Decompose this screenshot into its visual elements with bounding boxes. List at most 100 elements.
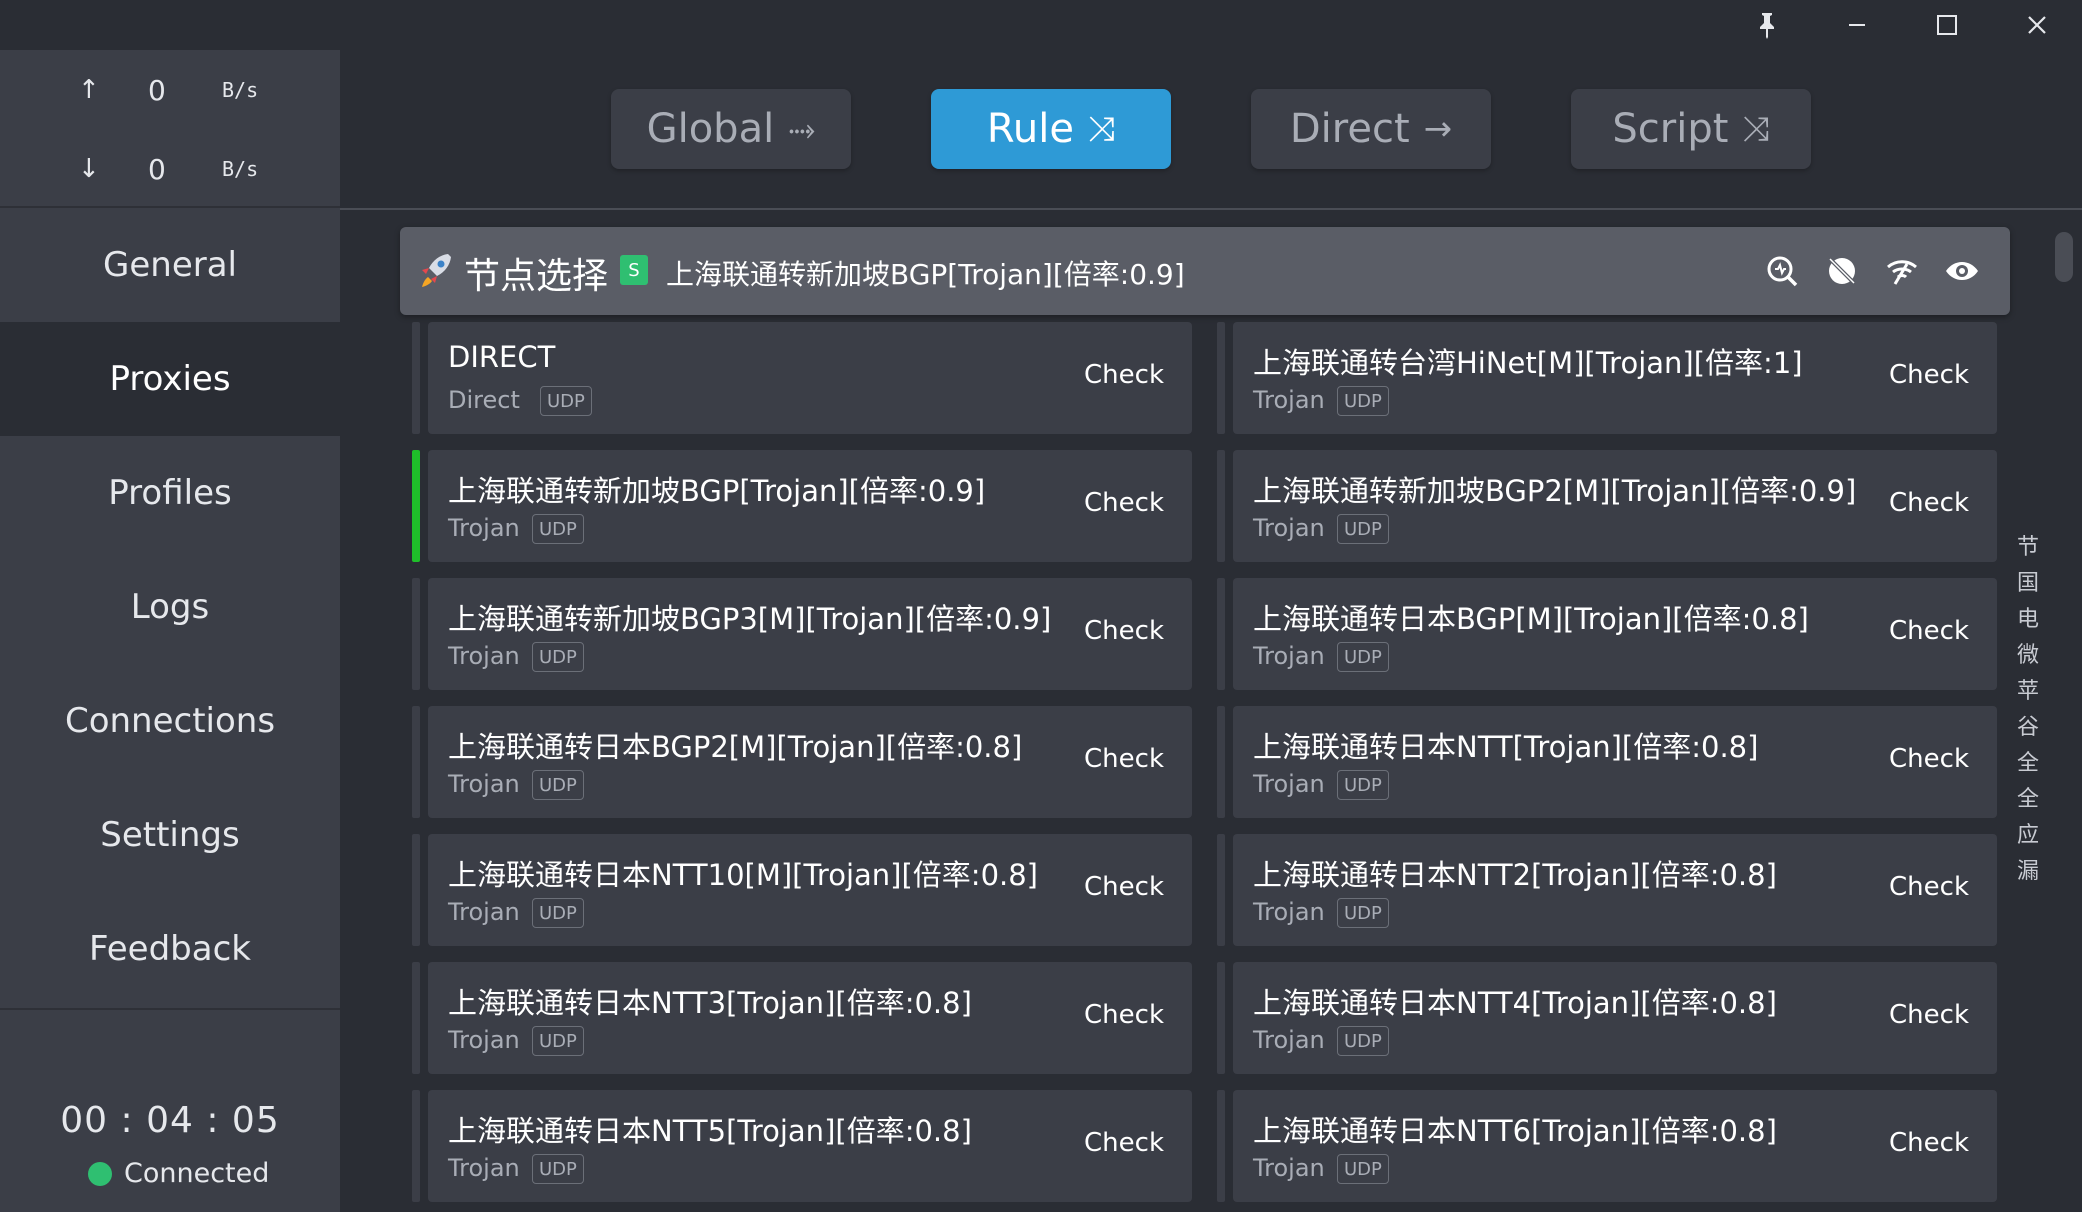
check-button[interactable]: Check: [1889, 1000, 1969, 1030]
proxy-type: Trojan: [448, 770, 520, 798]
index-letter[interactable]: 微: [2010, 638, 2046, 674]
selection-bar: [412, 450, 420, 562]
nav-logs[interactable]: Logs: [0, 550, 340, 664]
proxy-card[interactable]: 上海联通转台湾HiNet[M][Trojan][倍率:1] Trojan UDP…: [1217, 322, 1997, 434]
udp-badge: UDP: [532, 770, 584, 800]
proxy-card[interactable]: DIRECT Direct UDP Check: [412, 322, 1192, 434]
check-button[interactable]: Check: [1889, 872, 1969, 902]
mode-script-button[interactable]: Script ⤨: [1571, 89, 1811, 169]
index-letter[interactable]: 全: [2010, 782, 2046, 818]
maximize-icon[interactable]: [1902, 0, 1992, 50]
nav-feedback[interactable]: Feedback: [0, 892, 340, 1006]
proxy-card[interactable]: 上海联通转日本NTT10[M][Trojan][倍率:0.8] Trojan U…: [412, 834, 1192, 946]
proxy-card[interactable]: 上海联通转日本NTT3[Trojan][倍率:0.8] Trojan UDP C…: [412, 962, 1192, 1074]
selection-bar: [1217, 450, 1225, 562]
proxy-type: Trojan: [1253, 514, 1325, 542]
index-letter[interactable]: 国: [2010, 566, 2046, 602]
proxy-type: Trojan: [1253, 770, 1325, 798]
nav-profiles[interactable]: Profiles: [0, 436, 340, 550]
direct-mode-icon: →: [1423, 109, 1453, 149]
proxy-type: Direct: [448, 386, 520, 414]
wifi-icon[interactable]: [1880, 249, 1924, 293]
proxy-card[interactable]: 上海联通转日本NTT2[Trojan][倍率:0.8] Trojan UDP C…: [1217, 834, 1997, 946]
proxy-name: 上海联通转日本BGP2[M][Trojan][倍率:0.8]: [448, 730, 1023, 764]
index-letter[interactable]: 电: [2010, 602, 2046, 638]
check-button[interactable]: Check: [1084, 360, 1164, 390]
download-speed: ↓ 0 B/s: [0, 149, 340, 189]
nav-connections[interactable]: Connections: [0, 664, 340, 778]
index-letter[interactable]: 应: [2010, 818, 2046, 854]
proxy-name: 上海联通转日本NTT5[Trojan][倍率:0.8]: [448, 1114, 972, 1148]
pin-icon[interactable]: [1722, 0, 1812, 50]
proxy-name: 上海联通转新加坡BGP2[M][Trojan][倍率:0.9]: [1253, 474, 1857, 508]
check-button[interactable]: Check: [1889, 616, 1969, 646]
selection-bar: [412, 834, 420, 946]
check-button[interactable]: Check: [1084, 1000, 1164, 1030]
udp-badge: UDP: [540, 386, 592, 416]
scrollbar-thumb[interactable]: [2055, 232, 2073, 282]
proxy-card[interactable]: 上海联通转日本NTT4[Trojan][倍率:0.8] Trojan UDP C…: [1217, 962, 1997, 1074]
script-mode-icon: ⤨: [1742, 109, 1770, 149]
proxy-card[interactable]: 上海联通转日本BGP[M][Trojan][倍率:0.8] Trojan UDP…: [1217, 578, 1997, 690]
proxy-group-header[interactable]: 节点选择 S 上海联通转新加坡BGP[Trojan][倍率:0.9]: [400, 227, 2010, 315]
upload-arrow-icon: ↑: [78, 75, 100, 105]
nav-general[interactable]: General: [0, 208, 340, 322]
proxy-name: 上海联通转日本BGP[M][Trojan][倍率:0.8]: [1253, 602, 1809, 636]
mode-global-button[interactable]: Global ⤑: [611, 89, 851, 169]
proxy-card[interactable]: 上海联通转日本NTT6[Trojan][倍率:0.8] Trojan UDP C…: [1217, 1090, 1997, 1202]
udp-badge: UDP: [1337, 642, 1389, 672]
index-letter[interactable]: 谷: [2010, 710, 2046, 746]
proxy-card[interactable]: 上海联通转日本NTT5[Trojan][倍率:0.8] Trojan UDP C…: [412, 1090, 1192, 1202]
rocket-icon: [418, 251, 454, 293]
proxy-type: Trojan: [448, 898, 520, 926]
close-icon[interactable]: [1992, 0, 2082, 50]
check-button[interactable]: Check: [1084, 1128, 1164, 1158]
hide-icon[interactable]: [1820, 249, 1864, 293]
group-selected-proxy: 上海联通转新加坡BGP[Trojan][倍率:0.9]: [666, 258, 1185, 291]
eye-icon[interactable]: [1940, 249, 1984, 293]
check-button[interactable]: Check: [1889, 744, 1969, 774]
mode-rule-button[interactable]: Rule ⤨: [931, 89, 1171, 169]
check-button[interactable]: Check: [1084, 616, 1164, 646]
upload-unit: B/s: [222, 78, 259, 102]
nav-proxies[interactable]: Proxies: [0, 322, 340, 436]
proxy-card[interactable]: 上海联通转日本BGP2[M][Trojan][倍率:0.8] Trojan UD…: [412, 706, 1192, 818]
selection-bar: [412, 322, 420, 434]
check-button[interactable]: Check: [1084, 488, 1164, 518]
index-letter[interactable]: 漏: [2010, 854, 2046, 890]
proxy-name: 上海联通转台湾HiNet[M][Trojan][倍率:1]: [1253, 346, 1803, 380]
nav-settings[interactable]: Settings: [0, 778, 340, 892]
proxy-name: DIRECT: [448, 340, 556, 374]
proxy-type: Trojan: [448, 1154, 520, 1182]
proxy-card[interactable]: 上海联通转新加坡BGP3[M][Trojan][倍率:0.9] Trojan U…: [412, 578, 1192, 690]
check-button[interactable]: Check: [1084, 744, 1164, 774]
index-letter[interactable]: 全: [2010, 746, 2046, 782]
uptime-timer: 00 : 04 : 05: [60, 1100, 280, 1141]
check-button[interactable]: Check: [1889, 360, 1969, 390]
check-button[interactable]: Check: [1889, 488, 1969, 518]
udp-badge: UDP: [1337, 386, 1389, 416]
group-name: 节点选择: [464, 256, 609, 297]
proxy-type: Trojan: [1253, 898, 1325, 926]
selection-bar: [1217, 706, 1225, 818]
selection-bar: [1217, 578, 1225, 690]
index-letter[interactable]: 苹: [2010, 674, 2046, 710]
check-button[interactable]: Check: [1084, 872, 1164, 902]
proxy-name: 上海联通转日本NTT[Trojan][倍率:0.8]: [1253, 730, 1759, 764]
proxy-name: 上海联通转日本NTT6[Trojan][倍率:0.8]: [1253, 1114, 1777, 1148]
status-dot-icon: [88, 1161, 112, 1186]
proxy-card[interactable]: 上海联通转日本NTT[Trojan][倍率:0.8] Trojan UDP Ch…: [1217, 706, 1997, 818]
check-button[interactable]: Check: [1889, 1128, 1969, 1158]
minimize-icon[interactable]: [1812, 0, 1902, 50]
proxy-type: Trojan: [1253, 386, 1325, 414]
mode-bar: Global ⤑ Rule ⤨ Direct → Script ⤨: [340, 50, 2082, 210]
udp-badge: UDP: [532, 898, 584, 928]
udp-badge: UDP: [1337, 898, 1389, 928]
proxy-card-selected[interactable]: 上海联通转新加坡BGP[Trojan][倍率:0.9] Trojan UDP C…: [412, 450, 1192, 562]
mode-direct-button[interactable]: Direct →: [1251, 89, 1491, 169]
proxy-card[interactable]: 上海联通转新加坡BGP2[M][Trojan][倍率:0.9] Trojan U…: [1217, 450, 1997, 562]
latency-search-icon[interactable]: [1760, 249, 1804, 293]
sidebar-footer: 00 : 04 : 05 Connected: [0, 1008, 340, 1212]
index-letter[interactable]: 节: [2010, 530, 2046, 566]
group-index-bar: 节 国 电 微 苹 谷 全 全 应 漏: [2010, 530, 2046, 890]
